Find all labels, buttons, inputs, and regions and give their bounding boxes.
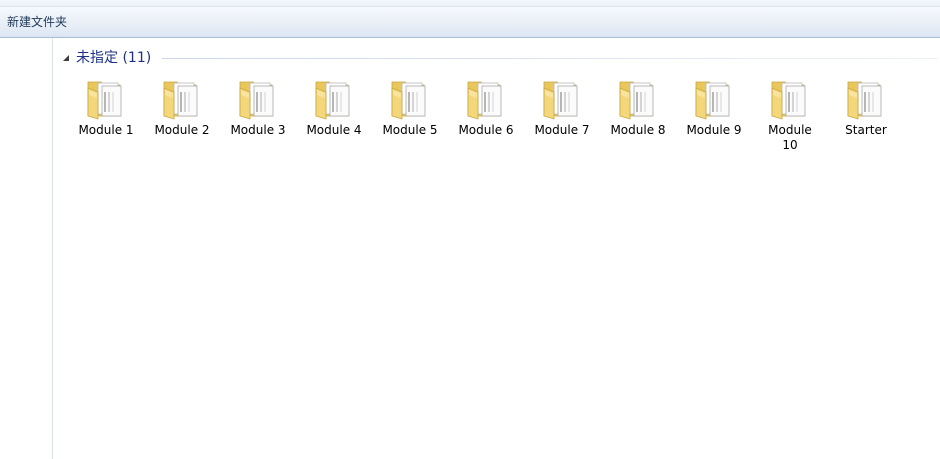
folder-item[interactable]: Module 1 (70, 74, 142, 138)
navigation-pane[interactable] (0, 38, 53, 459)
folder-icon (82, 74, 130, 122)
folder-icon (614, 74, 662, 122)
folder-label: Module 8 (610, 123, 666, 137)
folder-icon (690, 74, 738, 122)
collapse-arrow-icon[interactable] (60, 52, 72, 64)
folder-icon (234, 74, 282, 122)
file-list-view[interactable]: 未指定 (11) Module 1 Module 2 Module 3 Modu… (54, 38, 940, 459)
folder-icon (842, 74, 890, 122)
folder-label: Module 9 (686, 123, 742, 137)
folder-label: Module 5 (382, 123, 438, 137)
folder-item[interactable]: Module 7 (526, 74, 598, 138)
folder-item[interactable]: Module 8 (602, 74, 674, 138)
folder-icon (386, 74, 434, 122)
command-bar: 新建文件夹 (0, 7, 940, 38)
folder-label: Module 10 (768, 123, 812, 152)
folder-icon (766, 74, 814, 122)
folder-item[interactable]: Module 6 (450, 74, 522, 138)
folder-item[interactable]: Module 5 (374, 74, 446, 138)
folder-label: Starter (845, 123, 887, 137)
folder-item[interactable]: Module 4 (298, 74, 370, 138)
folder-label: Module 6 (458, 123, 514, 137)
folder-item[interactable]: Module 2 (146, 74, 218, 138)
folder-item[interactable]: Module 10 (754, 74, 826, 153)
group-divider (162, 58, 938, 59)
folder-label: Module 4 (306, 123, 362, 137)
folder-label: Module 3 (230, 123, 286, 137)
folder-item[interactable]: Module 9 (678, 74, 750, 138)
folder-icon (158, 74, 206, 122)
group-header: 未指定 (11) (60, 48, 938, 68)
folder-icon (538, 74, 586, 122)
folder-label: Module 2 (154, 123, 210, 137)
folder-label: Module 7 (534, 123, 590, 137)
folder-icon (310, 74, 358, 122)
folder-item[interactable]: Starter (830, 74, 902, 138)
window-top-strip (0, 0, 940, 7)
new-folder-button[interactable]: 新建文件夹 (2, 11, 72, 33)
folder-label: Module 1 (78, 123, 134, 137)
folder-icon (462, 74, 510, 122)
group-title: 未指定 (11) (76, 50, 152, 66)
folder-item[interactable]: Module 3 (222, 74, 294, 138)
